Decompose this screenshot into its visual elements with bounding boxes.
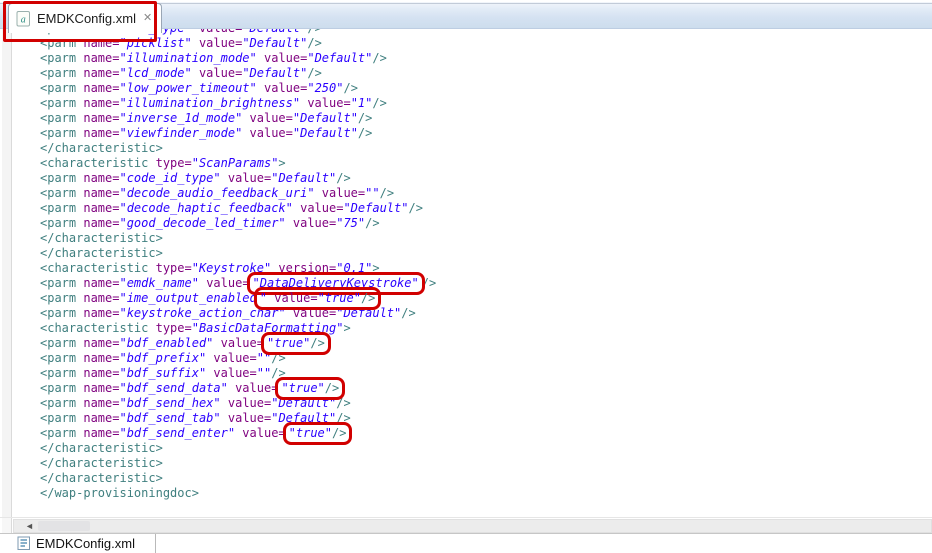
annotation-box: "true"/> [275,377,345,400]
horizontal-scrollbar[interactable]: ◄ [13,519,932,533]
emdk-config-editor-window: a EMDKConfig.xml ✕ <parm name="aim_type"… [0,0,932,553]
code-line[interactable]: <characteristic type="Keystroke" version… [40,261,932,276]
code-line[interactable]: <parm name="decode_audio_feedback_uri" v… [40,186,932,201]
code-line[interactable]: <parm name="bdf_suffix" value=""/> [40,366,932,381]
code-line[interactable]: <parm name="emdk_name" value="DataDelive… [40,276,932,291]
annotation-box: "true"/> [283,422,353,445]
code-line[interactable]: <parm name="code_id_type" value="Default… [40,171,932,186]
code-line[interactable]: </characteristic> [40,141,932,156]
code-line[interactable]: <parm name="bdf_send_tab" value="Default… [40,411,932,426]
bottom-tab-bar: EMDKConfig.xml [0,533,932,553]
code-line[interactable]: <parm name="illumination_mode" value="De… [40,51,932,66]
code-line[interactable]: <characteristic type="ScanParams"> [40,156,932,171]
ruler-stub [2,518,12,533]
code-line[interactable]: <parm name="ime_output_enabled" value="t… [40,291,932,306]
code-line[interactable]: <parm name="bdf_prefix" value=""/> [40,351,932,366]
annotation-box: " value="true"/> [254,287,382,310]
tab-title: EMDKConfig.xml [37,11,136,26]
code-line[interactable]: </characteristic> [40,471,932,486]
code-line[interactable]: <parm name="decode_haptic_feedback" valu… [40,201,932,216]
annotation-box: "true"/> [261,332,331,355]
code-line[interactable]: <parm name="bdf_send_enter" value="true"… [40,426,932,441]
code-line[interactable]: <parm name="inverse_1d_mode" value="Defa… [40,111,932,126]
code-line[interactable]: <characteristic type="BasicDataFormattin… [40,321,932,336]
bottom-tab-emdkconfig-xml[interactable]: EMDKConfig.xml [13,534,156,553]
code-line[interactable]: <parm name="picklist" value="Default"/> [40,36,932,51]
code-line[interactable]: <parm name="low_power_timeout" value="25… [40,81,932,96]
scroll-left-icon[interactable]: ◄ [14,522,34,531]
code-line[interactable]: </characteristic> [40,456,932,471]
code-line[interactable]: <parm name="keystroke_action_char" value… [40,306,932,321]
xml-file-icon: a [16,11,31,27]
tab-emdkconfig-xml[interactable]: a EMDKConfig.xml ✕ [8,3,162,33]
code-line[interactable]: </characteristic> [40,441,932,456]
code-line[interactable]: <parm name="illumination_brightness" val… [40,96,932,111]
code-line[interactable]: <parm name="bdf_send_hex" value="Default… [40,396,932,411]
close-icon[interactable]: ✕ [142,13,153,24]
code-line[interactable]: </characteristic> [40,231,932,246]
svg-text:a: a [21,14,26,25]
scrollbar-row: ◄ [0,517,932,533]
annotation-ruler [2,29,12,517]
xml-source[interactable]: <parm name="aim_type" value="Default"/><… [12,29,932,517]
code-line[interactable]: </characteristic> [40,246,932,261]
code-editor[interactable]: <parm name="aim_type" value="Default"/><… [0,29,932,517]
bottom-tab-title: EMDKConfig.xml [36,536,135,551]
scrollbar-thumb[interactable] [38,521,90,531]
code-line[interactable]: <parm name="bdf_enabled" value="true"/> [40,336,932,351]
code-line[interactable]: <parm name="good_decode_led_timer" value… [40,216,932,231]
code-line[interactable]: <parm name="viewfinder_mode" value="Defa… [40,126,932,141]
code-line[interactable]: <parm name="lcd_mode" value="Default"/> [40,66,932,81]
code-line[interactable]: <parm name="bdf_send_data" value="true"/… [40,381,932,396]
code-line[interactable]: <parm name="aim_type" value="Default"/> [40,29,932,36]
source-view-icon [17,536,31,551]
code-line[interactable]: </wap-provisioningdoc> [40,486,932,501]
